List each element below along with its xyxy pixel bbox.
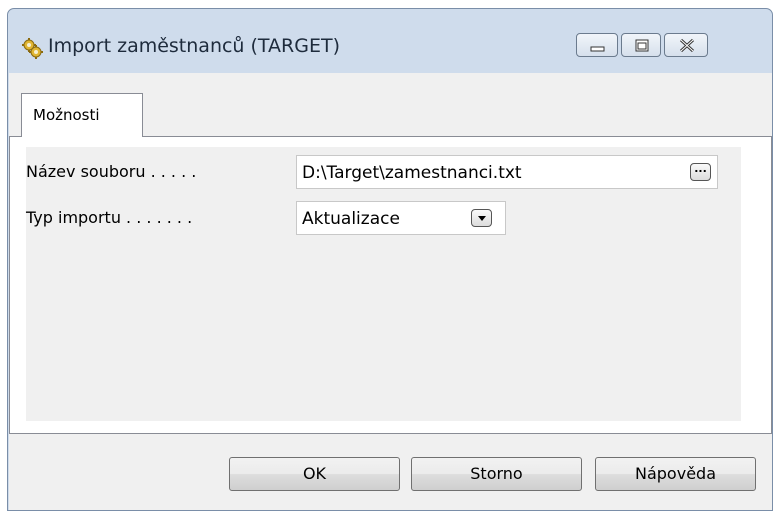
import-type-value: Aktualizace xyxy=(302,209,400,229)
import-type-label: Typ importu . . . . . . . xyxy=(26,208,193,227)
maximize-button[interactable] xyxy=(621,33,661,57)
file-name-label: Název souboru . . . . . xyxy=(26,162,197,181)
chevron-down-icon xyxy=(478,216,486,221)
file-name-value: D:\Target\zamestnanci.txt xyxy=(302,163,522,183)
gear-icon xyxy=(21,37,43,59)
close-button[interactable] xyxy=(664,33,708,57)
tab-moznosti[interactable]: Možnosti xyxy=(21,93,143,137)
minimize-button[interactable] xyxy=(576,33,618,57)
dialog-window: Import zaměstnanců (TARGET) Možnosti Náz… xyxy=(7,8,773,511)
title-bar[interactable]: Import zaměstnanců (TARGET) xyxy=(8,9,772,69)
import-type-select[interactable]: Aktualizace xyxy=(296,201,506,235)
ok-button[interactable]: OK xyxy=(229,457,400,491)
options-panel: Název souboru . . . . . D:\Target\zamest… xyxy=(26,147,741,421)
file-name-field[interactable]: D:\Target\zamestnanci.txt ... xyxy=(296,155,718,189)
close-icon xyxy=(679,38,695,53)
dialog-client-area: Možnosti Název souboru . . . . . D:\Targ… xyxy=(9,73,772,510)
tab-panel: Název souboru . . . . . D:\Target\zamest… xyxy=(9,136,772,434)
window-title: Import zaměstnanců (TARGET) xyxy=(48,35,341,57)
browse-button[interactable]: ... xyxy=(690,163,711,181)
maximize-icon xyxy=(635,39,649,52)
minimize-icon xyxy=(590,46,605,52)
dropdown-button[interactable] xyxy=(471,209,492,227)
tab-label: Možnosti xyxy=(33,106,100,124)
cancel-button[interactable]: Storno xyxy=(411,457,582,491)
help-button[interactable]: Nápověda xyxy=(595,457,756,491)
